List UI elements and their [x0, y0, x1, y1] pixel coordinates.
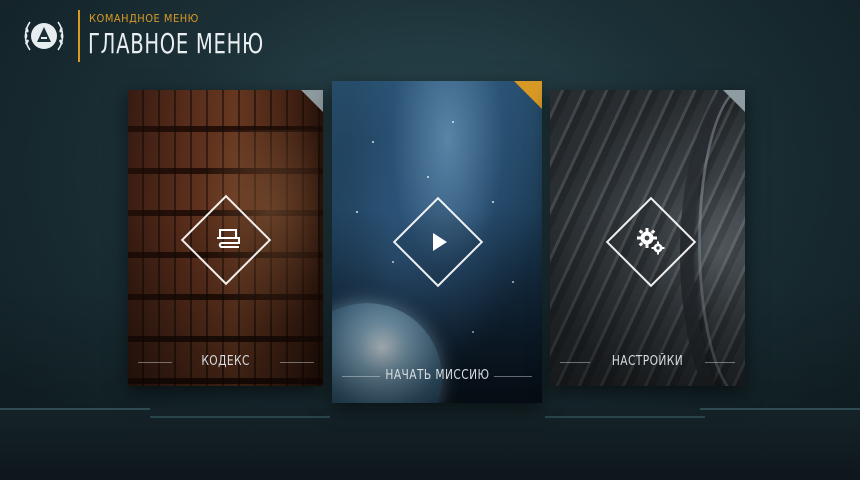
- floor-step-right: [545, 416, 705, 434]
- start-mission-label: НАЧАТЬ МИССИЮ: [384, 368, 489, 383]
- header-subtitle: КОМАНДНОЕ МЕНЮ: [89, 12, 199, 25]
- start-mission-card[interactable]: НАЧАТЬ МИССИЮ: [332, 81, 542, 403]
- card-corner: [723, 90, 745, 112]
- settings-label: НАСТРОЙКИ: [611, 354, 684, 369]
- floor-step-left: [150, 416, 330, 434]
- header-divider: [78, 10, 80, 62]
- gears-icon: [637, 228, 665, 255]
- card-corner: [301, 90, 323, 112]
- floor-panel: [0, 408, 860, 480]
- floor-line-right: [700, 408, 860, 410]
- play-icon: [433, 233, 447, 251]
- laurel-emblem-icon: [24, 21, 64, 51]
- codex-label: КОДЕКС: [201, 354, 250, 369]
- page-title: ГЛАВНОЕ МЕНЮ: [88, 27, 264, 60]
- settings-card[interactable]: НАСТРОЙКИ: [550, 90, 745, 386]
- codex-card[interactable]: КОДЕКС: [128, 90, 323, 386]
- book-icon: [217, 229, 240, 248]
- floor-line-left: [0, 408, 150, 410]
- card-corner-accent: [514, 81, 542, 109]
